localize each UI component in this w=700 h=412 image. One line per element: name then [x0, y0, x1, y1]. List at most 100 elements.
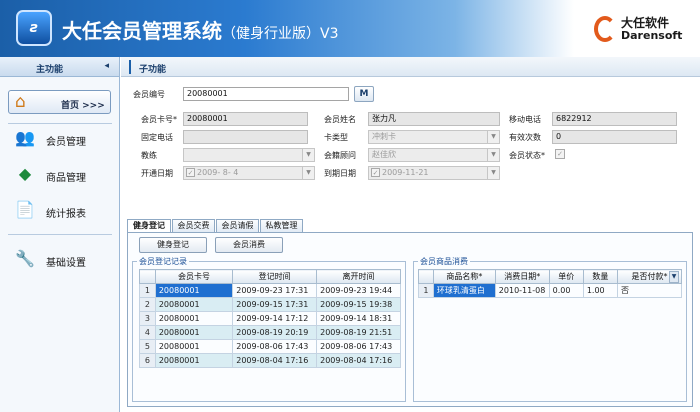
tab-leave[interactable]: 会员请假: [216, 219, 259, 232]
column-header[interactable]: 是否付款* ▼: [616, 269, 683, 284]
checkin-records-table: 会员卡号 登记时间 离开时间 1 20080001 2009-09-23 17:…: [139, 269, 401, 368]
checkout-time-cell[interactable]: 2009-08-06 17:43: [316, 339, 401, 354]
checkin-time-cell[interactable]: 2009-09-15 17:31: [232, 297, 318, 312]
open-date-picker[interactable]: ✓ 2009- 8- 4 ▼: [183, 166, 315, 180]
sidebar-item-label: 统计报表: [46, 209, 86, 220]
collapse-icon[interactable]: ◂: [104, 61, 109, 71]
column-header[interactable]: 登记时间: [232, 269, 318, 284]
checkout-time-cell[interactable]: 2009-08-19 21:51: [316, 325, 401, 340]
column-header[interactable]: 单价: [548, 269, 584, 284]
table-row[interactable]: 4 20080001 2009-08-19 20:19 2009-08-19 2…: [139, 325, 401, 340]
consume-button[interactable]: 会员消费: [215, 237, 283, 253]
coach-select[interactable]: ▼: [183, 148, 315, 162]
phone-label: 固定电话: [141, 133, 173, 142]
valid-times-field[interactable]: 0: [552, 130, 677, 144]
main-panel: 子功能 会员编号 20080001 M 会员卡号* 20080001 会员姓名 …: [121, 57, 700, 412]
column-header[interactable]: 数量: [582, 269, 618, 284]
table-row[interactable]: 1 环球乳清蛋白 2010-11-08 0.00 1.00 否: [418, 283, 683, 298]
checkin-button[interactable]: 健身登记: [139, 237, 207, 253]
advisor-label: 会籍顾问: [324, 151, 356, 160]
chevron-down-icon: ▼: [487, 131, 499, 143]
sidebar-item-reports[interactable]: 📄 统计报表: [10, 197, 110, 223]
consume-records-title: 会员商品消费: [418, 256, 470, 267]
phone-field[interactable]: [183, 130, 308, 144]
sidebar: 主功能 ◂ ⌂ 首页 >>> 👥 会员管理 ◆ 商品管理 📄 统计报表 🔧 基础…: [0, 57, 120, 412]
table-row[interactable]: 2 20080001 2009-09-15 17:31 2009-09-15 1…: [139, 297, 401, 312]
table-row[interactable]: 1 20080001 2009-09-23 17:31 2009-09-23 1…: [139, 283, 401, 298]
checkout-time-cell[interactable]: 2009-08-04 17:16: [316, 353, 401, 368]
sub-function-header: 子功能: [121, 57, 700, 77]
column-header[interactable]: 会员卡号: [154, 269, 234, 284]
settings-icon: 🔧: [15, 249, 35, 268]
products-icon: ◆: [18, 164, 32, 183]
table-header-row: 商品名称* 消费日期* 单价 数量 是否付款* ▼: [418, 269, 683, 284]
checkout-time-cell[interactable]: 2009-09-23 19:44: [316, 283, 401, 298]
tab-panel-checkin: 健身登记 会员消费 会员登记记录 会员卡号 登记时间 离开时间 1 200800…: [127, 232, 693, 407]
unit-price-cell[interactable]: 0.00: [548, 283, 584, 298]
row-index: 1: [418, 283, 434, 298]
chevron-down-icon[interactable]: ▼: [669, 271, 679, 283]
chevron-down-icon: ▼: [487, 149, 499, 161]
sidebar-item-label: 基础设置: [46, 258, 86, 269]
table-row[interactable]: 6 20080001 2009-08-04 17:16 2009-08-04 1…: [139, 353, 401, 368]
column-header[interactable]: 消费日期*: [494, 269, 550, 284]
checkin-time-cell[interactable]: 2009-09-23 17:31: [232, 283, 318, 298]
search-button[interactable]: M: [354, 86, 374, 102]
checkin-time-cell[interactable]: 2009-08-19 20:19: [232, 325, 318, 340]
quantity-cell[interactable]: 1.00: [582, 283, 618, 298]
card-no-cell[interactable]: 20080001: [154, 311, 234, 326]
checkin-time-cell[interactable]: 2009-09-14 17:12: [232, 311, 318, 326]
checkout-time-cell[interactable]: 2009-09-15 19:38: [316, 297, 401, 312]
column-header: [139, 269, 156, 284]
expire-date-picker[interactable]: ✓ 2009-11-21 ▼: [368, 166, 500, 180]
chevron-down-icon: ▼: [302, 149, 314, 161]
advisor-select[interactable]: 赵佳欣 ▼: [368, 148, 500, 162]
expire-date-checkbox[interactable]: ✓: [371, 168, 380, 177]
home-button-label: 首页 >>>: [61, 101, 105, 111]
status-checkbox[interactable]: ✓: [555, 149, 565, 159]
card-type-value: 冲刺卡: [372, 132, 396, 141]
sub-function-title: 子功能: [139, 65, 167, 75]
row-index: 6: [139, 353, 156, 368]
header-accent: [129, 60, 131, 74]
card-no-cell[interactable]: 20080001: [154, 325, 234, 340]
card-type-select[interactable]: 冲刺卡 ▼: [368, 130, 500, 144]
home-button[interactable]: ⌂ 首页 >>>: [8, 90, 111, 114]
tab-checkin[interactable]: 健身登记: [127, 219, 171, 233]
table-row[interactable]: 5 20080001 2009-08-06 17:43 2009-08-06 1…: [139, 339, 401, 354]
member-no-input[interactable]: 20080001: [183, 87, 349, 101]
card-no-cell[interactable]: 20080001: [154, 353, 234, 368]
tab-payment[interactable]: 会员交费: [172, 219, 215, 232]
card-no-cell[interactable]: 20080001: [154, 283, 234, 298]
column-header[interactable]: 离开时间: [316, 269, 401, 284]
checkin-records-title: 会员登记记录: [137, 256, 189, 267]
table-row[interactable]: 3 20080001 2009-09-14 17:12 2009-09-14 1…: [139, 311, 401, 326]
paid-cell[interactable]: 否: [616, 283, 683, 298]
open-date-checkbox[interactable]: ✓: [186, 168, 195, 177]
card-no-cell[interactable]: 20080001: [154, 297, 234, 312]
product-name-cell[interactable]: 环球乳清蛋白: [432, 283, 496, 298]
chevron-down-icon: ▼: [487, 167, 499, 179]
checkin-time-cell[interactable]: 2009-08-06 17:43: [232, 339, 318, 354]
sidebar-divider: [8, 123, 112, 124]
members-icon: 👥: [15, 128, 35, 147]
checkout-time-cell[interactable]: 2009-09-14 18:31: [316, 311, 401, 326]
sidebar-item-products[interactable]: ◆ 商品管理: [10, 161, 110, 187]
column-header[interactable]: 商品名称*: [432, 269, 496, 284]
consume-records-table: 商品名称* 消费日期* 单价 数量 是否付款* ▼ 1 环球乳清蛋白 2010-…: [418, 269, 683, 298]
tab-private-coach[interactable]: 私教管理: [260, 219, 303, 232]
expire-date-value: 2009-11-21: [382, 168, 429, 177]
sidebar-header: 主功能 ◂: [0, 57, 119, 77]
card-no-field[interactable]: 20080001: [183, 112, 308, 126]
checkin-time-cell[interactable]: 2009-08-04 17:16: [232, 353, 318, 368]
status-label: 会员状态*: [509, 151, 545, 160]
consume-date-cell[interactable]: 2010-11-08: [494, 283, 550, 298]
sidebar-divider: [8, 234, 112, 235]
mobile-field[interactable]: 6822912: [552, 112, 677, 126]
brand-name-en: Darensoft: [621, 29, 683, 42]
app-title-edition: （健身行业版）V3: [222, 26, 339, 42]
sidebar-item-settings[interactable]: 🔧 基础设置: [10, 246, 110, 272]
card-no-cell[interactable]: 20080001: [154, 339, 234, 354]
name-field[interactable]: 张力凡: [368, 112, 500, 126]
sidebar-item-members[interactable]: 👥 会员管理: [10, 125, 110, 151]
